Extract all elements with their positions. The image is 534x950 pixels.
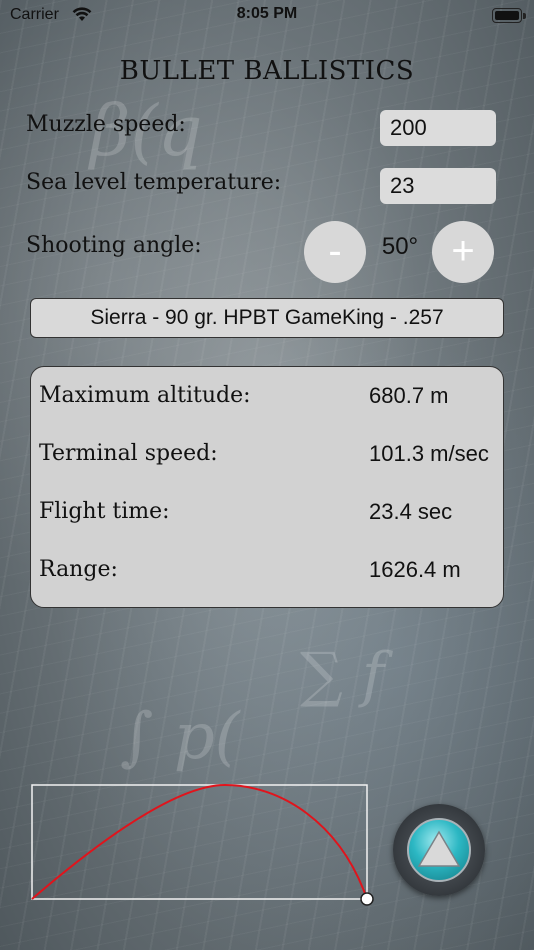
fire-button[interactable] [393, 804, 485, 896]
max-altitude-label: Maximum altitude: [39, 383, 251, 408]
fire-button-face [407, 818, 471, 882]
flight-time-value: 23.4 sec [369, 499, 453, 524]
range-value: 1626.4 m [369, 557, 461, 582]
app-title: BULLET BALLISTICS [119, 56, 415, 86]
max-altitude-value: 680.7 m [369, 383, 449, 408]
triangle-up-icon [417, 830, 461, 867]
terminal-speed-value: 101.3 m/sec [369, 441, 489, 466]
sea-level-temperature-label: Sea level temperature: [26, 170, 282, 195]
plot-frame [31, 784, 368, 900]
battery-icon [492, 8, 526, 23]
muzzle-speed-label: Muzzle speed: [26, 112, 186, 137]
flight-time-label: Flight time: [39, 499, 170, 524]
background-formula-decoration: ∑ f [300, 640, 385, 710]
impact-point-marker [360, 892, 374, 906]
range-label: Range: [39, 557, 118, 582]
results-panel: Maximum altitude: 680.7 m Terminal speed… [30, 366, 504, 608]
clock: 8:05 PM [236, 5, 298, 22]
decrease-angle-button[interactable]: - [304, 221, 366, 283]
muzzle-speed-input[interactable]: 200 [380, 110, 496, 146]
increase-angle-button[interactable]: + [432, 221, 494, 283]
status-bar: Carrier 8:05 PM [0, 0, 534, 32]
background-formula-decoration: ∫ p( [120, 700, 240, 774]
terminal-speed-label: Terminal speed: [39, 441, 218, 466]
bullet-selector[interactable]: Sierra - 90 gr. HPBT GameKing - .257 [30, 298, 504, 338]
shooting-angle-value: 50° [381, 233, 419, 260]
trajectory-plot [31, 783, 374, 906]
trajectory-curve [31, 783, 368, 900]
temperature-input[interactable]: 23 [380, 168, 496, 204]
shooting-angle-label: Shooting angle: [26, 233, 202, 258]
